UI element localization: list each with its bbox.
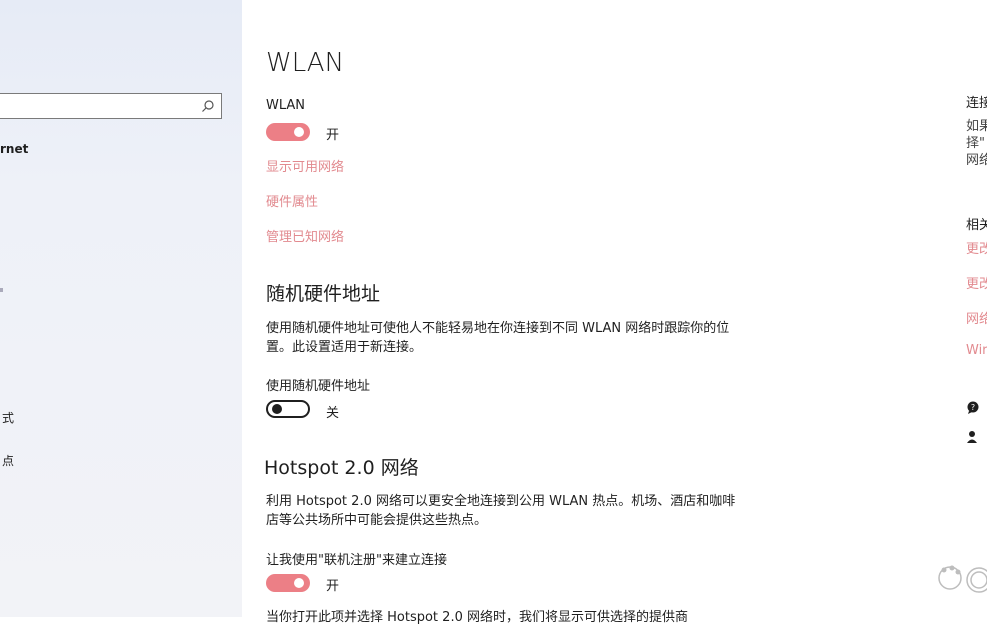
hotspot-footer-text: 当你打开此项并选择 Hotspot 2.0 网络时，我们将显示可供选择的提供商: [266, 610, 688, 625]
hotspot-toggle[interactable]: [266, 574, 310, 592]
related-link-3[interactable]: 网络: [966, 308, 987, 327]
related-settings-heading: 相关: [966, 218, 987, 233]
hotspot-description: 利用 Hotspot 2.0 网络可以更安全地连接到公用 WLAN 热点。机场、…: [266, 494, 736, 528]
sidebar: rnet 式 点: [0, 0, 242, 617]
feedback-person-icon[interactable]: [966, 429, 982, 445]
toggle-knob: [294, 578, 304, 588]
search-box[interactable]: [0, 93, 222, 119]
hardware-properties-link[interactable]: 硬件属性: [266, 191, 318, 210]
manage-known-networks-link[interactable]: 管理已知网络: [266, 226, 344, 245]
chat-help-icon[interactable]: ?: [966, 400, 982, 416]
hotspot-heading: Hotspot 2.0 网络: [264, 457, 419, 479]
page-title: WLAN: [266, 48, 345, 78]
related-link-1[interactable]: 更改: [966, 238, 987, 257]
related-connection-title: 连接: [966, 96, 987, 111]
show-available-networks-link[interactable]: 显示可用网络: [266, 156, 344, 175]
wlan-toggle[interactable]: [266, 123, 310, 141]
right-desc-line-3: 网络: [966, 153, 987, 168]
watermark-logo-icon: [938, 565, 987, 593]
sidebar-item-hotspot[interactable]: 点: [2, 452, 14, 469]
toggle-knob: [294, 127, 304, 137]
random-hw-toggle[interactable]: [266, 400, 310, 418]
wlan-label: WLAN: [266, 98, 306, 113]
related-link-2[interactable]: 更改: [966, 273, 987, 292]
nav-fragment-icon: [0, 288, 3, 292]
toggle-knob: [272, 404, 282, 414]
random-hw-description: 使用随机硬件地址可使他人不能轻易地在你连接到不同 WLAN 网络时跟踪你的位置。…: [266, 321, 730, 355]
random-hw-heading: 随机硬件地址: [266, 283, 381, 305]
random-hw-toggle-state: 关: [326, 406, 340, 421]
sidebar-item-ethernet[interactable]: rnet: [0, 142, 28, 156]
hotspot-toggle-label: 让我使用"联机注册"来建立连接: [266, 553, 447, 568]
main-content: WLAN WLAN 开 显示可用网络 硬件属性 管理已知网络 随机硬件地址 使用…: [242, 0, 942, 625]
random-hw-toggle-label: 使用随机硬件地址: [266, 379, 371, 394]
hotspot-toggle-state: 开: [326, 579, 340, 594]
sidebar-item-mode[interactable]: 式: [2, 409, 14, 426]
svg-text:?: ?: [971, 403, 975, 412]
related-link-4[interactable]: Wir: [966, 343, 987, 358]
search-icon[interactable]: [201, 99, 215, 113]
wlan-toggle-state: 开: [326, 128, 340, 143]
right-panel: 连接 如果 择" 网络 相关 更改 更改 网络 Wir ?: [942, 0, 987, 617]
